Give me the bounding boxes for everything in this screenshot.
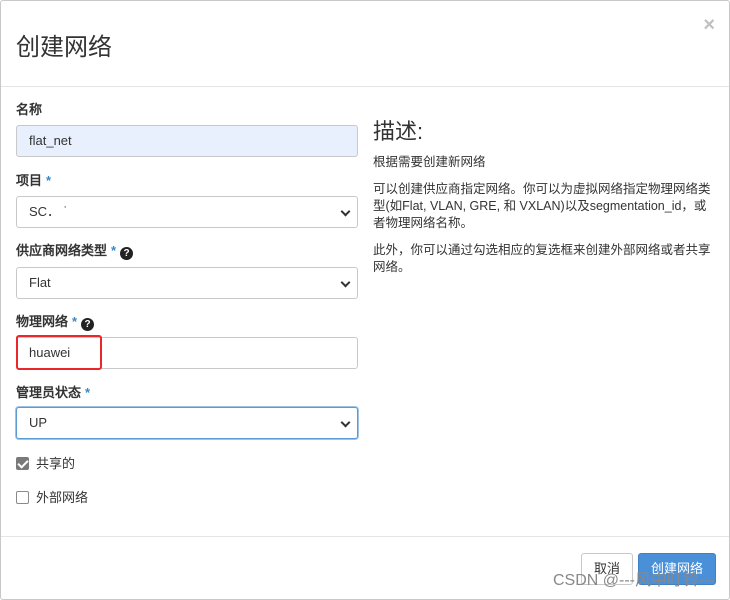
provider-network-type-value: Flat bbox=[29, 275, 51, 290]
description-panel: 描述: 根据需要创建新网络 可以创建供应商指定网络。你可以为虚拟网络指定物理网络… bbox=[373, 117, 718, 276]
admin-state-select[interactable]: UP bbox=[16, 407, 358, 439]
provider-network-type-select[interactable]: Flat bbox=[16, 267, 358, 299]
annotation-highlight-box bbox=[16, 335, 102, 370]
admin-state-label-text: 管理员状态 bbox=[16, 385, 82, 400]
watermark-text: CSDN @---风中叮铃--- bbox=[553, 572, 715, 589]
chevron-down-icon bbox=[340, 277, 351, 288]
project-label: 项目 * bbox=[16, 172, 51, 190]
help-icon[interactable]: ? bbox=[81, 318, 95, 331]
external-network-checkbox-label: 外部网络 bbox=[36, 490, 89, 505]
shared-checkbox[interactable] bbox=[16, 457, 29, 470]
chevron-down-icon bbox=[340, 417, 351, 428]
admin-state-label: 管理员状态 * bbox=[16, 384, 90, 402]
shared-checkbox-label: 共享的 bbox=[36, 456, 76, 471]
provider-network-type-label: 供应商网络类型 *? bbox=[16, 242, 134, 260]
project-label-text: 项目 bbox=[16, 173, 43, 188]
required-star: * bbox=[72, 314, 78, 329]
shared-checkbox-row[interactable]: 共享的 bbox=[16, 456, 75, 472]
name-label: 名称 bbox=[16, 101, 42, 119]
description-title: 描述: bbox=[373, 119, 424, 144]
admin-state-value: UP bbox=[29, 415, 48, 430]
provider-network-type-label-text: 供应商网络类型 bbox=[16, 243, 108, 258]
chevron-down-icon bbox=[340, 206, 351, 217]
description-paragraph: 根据需要创建新网络 bbox=[373, 155, 486, 169]
name-label-text: 名称 bbox=[16, 102, 43, 117]
description-paragraph: 此外，你可以通过勾选相应的复选框来创建外部网络或者共享网络。 bbox=[373, 243, 711, 274]
close-icon[interactable]: × bbox=[703, 15, 715, 35]
physical-network-label-text: 物理网络 bbox=[16, 314, 69, 329]
description-paragraph: 可以创建供应商指定网络。你可以为虚拟网络指定物理网络类型(如Flat, VLAN… bbox=[373, 182, 711, 230]
project-select[interactable]: SC． ˙ bbox=[16, 196, 358, 228]
name-input[interactable]: flat_net bbox=[16, 125, 358, 157]
dialog-title: 创建网络 bbox=[16, 34, 112, 61]
external-network-checkbox-row[interactable]: 外部网络 bbox=[16, 490, 88, 506]
create-network-dialog: 创建网络 × 名称 flat_net 项目 * SC． ˙ 供应商网络类型 *? F… bbox=[0, 0, 730, 600]
dialog-header: 创建网络 × bbox=[1, 1, 729, 87]
physical-network-label: 物理网络 *? bbox=[16, 313, 95, 331]
required-star: * bbox=[46, 173, 52, 188]
external-network-checkbox[interactable] bbox=[16, 491, 29, 504]
help-icon[interactable]: ? bbox=[120, 247, 134, 260]
required-star: * bbox=[85, 385, 91, 400]
required-star: * bbox=[111, 243, 117, 258]
project-select-value: SC． ˙ bbox=[29, 204, 69, 219]
